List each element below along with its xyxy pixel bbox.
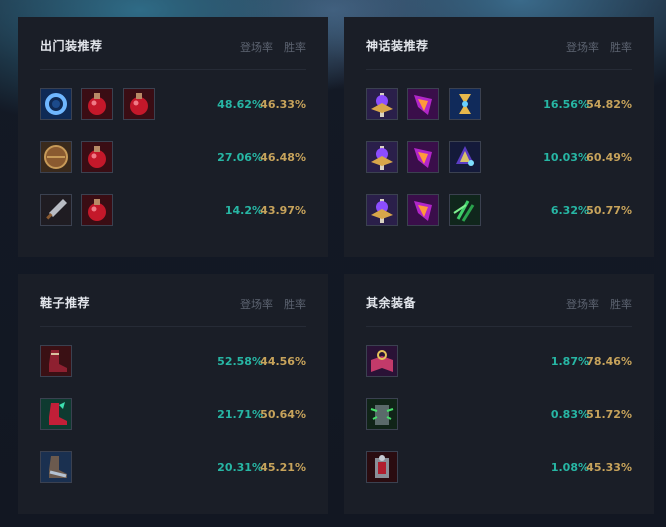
armor-item-icon[interactable] <box>366 451 398 483</box>
boots-panel: 鞋子推荐 登场率 胜率 52.58% 44.56% 21.71% 50.64% … <box>18 274 328 514</box>
ludens-tempest-icon[interactable] <box>366 194 398 226</box>
health-potion-icon[interactable] <box>81 88 113 120</box>
panel-title: 其余装备 <box>366 296 417 310</box>
dark-seal-icon[interactable] <box>407 194 439 226</box>
build-row[interactable]: 0.83% 51.72% <box>366 398 632 434</box>
spellbook-icon[interactable] <box>366 345 398 377</box>
build-row[interactable]: 6.32% 50.77% <box>366 194 632 230</box>
starting-items-panel: 出门装推荐 登场率 胜率 48.62% 46.33% 27.06% 46.48%… <box>18 17 328 257</box>
pick-rate: 1.87% <box>550 355 589 368</box>
dark-seal-icon[interactable] <box>407 141 439 173</box>
pick-rate: 20.31% <box>217 461 263 474</box>
pick-rate: 27.06% <box>217 151 263 164</box>
win-rate: 43.97% <box>260 204 306 217</box>
dark-seal-icon[interactable] <box>407 88 439 120</box>
zhonyas-hourglass-icon[interactable] <box>449 88 481 120</box>
pick-rate: 21.71% <box>217 408 263 421</box>
win-rate-header: 胜率 <box>610 41 632 54</box>
pick-rate: 48.62% <box>217 98 263 111</box>
pick-rate-header: 登场率 <box>240 298 273 311</box>
win-rate: 45.21% <box>260 461 306 474</box>
pick-rate: 14.2% <box>224 204 263 217</box>
guardians-orb-icon[interactable] <box>40 88 72 120</box>
panel-title: 神话装推荐 <box>366 39 429 53</box>
plated-steelcaps-icon[interactable] <box>40 451 72 483</box>
other-items-panel: 其余装备 登场率 胜率 1.87% 78.46% 0.83% 51.72% 1.… <box>344 274 654 514</box>
build-row[interactable]: 52.58% 44.56% <box>40 345 306 381</box>
panel-header: 神话装推荐 登场率 胜率 <box>366 17 632 70</box>
panel-title: 鞋子推荐 <box>40 296 91 310</box>
pick-rate: 1.08% <box>550 461 589 474</box>
health-potion-icon[interactable] <box>123 88 155 120</box>
build-row[interactable]: 16.56% 54.82% <box>366 88 632 124</box>
build-row[interactable]: 1.08% 45.33% <box>366 451 632 487</box>
pick-rate: 16.56% <box>543 98 589 111</box>
ludens-tempest-icon[interactable] <box>366 88 398 120</box>
win-rate: 46.33% <box>260 98 306 111</box>
win-rate: 50.77% <box>586 204 632 217</box>
health-potion-icon[interactable] <box>81 141 113 173</box>
win-rate: 60.49% <box>586 151 632 164</box>
pick-rate-header: 登场率 <box>566 298 599 311</box>
win-rate: 50.64% <box>260 408 306 421</box>
dorans-blade-icon[interactable] <box>40 194 72 226</box>
win-rate-header: 胜率 <box>284 41 306 54</box>
build-row[interactable]: 1.87% 78.46% <box>366 345 632 381</box>
win-rate: 46.48% <box>260 151 306 164</box>
ludens-tempest-icon[interactable] <box>366 141 398 173</box>
pick-rate: 6.32% <box>550 204 589 217</box>
panel-title: 出门装推荐 <box>40 39 103 53</box>
thornmail-icon[interactable] <box>366 398 398 430</box>
win-rate: 44.56% <box>260 355 306 368</box>
pick-rate-header: 登场率 <box>240 41 273 54</box>
pick-rate: 52.58% <box>217 355 263 368</box>
win-rate: 78.46% <box>586 355 632 368</box>
win-rate-header: 胜率 <box>610 298 632 311</box>
build-row[interactable]: 21.71% 50.64% <box>40 398 306 434</box>
panel-header: 其余装备 登场率 胜率 <box>366 274 632 327</box>
win-rate: 54.82% <box>586 98 632 111</box>
win-rate: 45.33% <box>586 461 632 474</box>
mythic-items-panel: 神话装推荐 登场率 胜率 16.56% 54.82% 10.03% 60.49%… <box>344 17 654 257</box>
dorans-shield-icon[interactable] <box>40 141 72 173</box>
build-row[interactable]: 10.03% 60.49% <box>366 141 632 177</box>
shadowflame-icon[interactable] <box>449 141 481 173</box>
build-row[interactable]: 48.62% 46.33% <box>40 88 306 124</box>
panel-header: 出门装推荐 登场率 胜率 <box>40 17 306 70</box>
win-rate-header: 胜率 <box>284 298 306 311</box>
void-staff-icon[interactable] <box>449 194 481 226</box>
build-row[interactable]: 27.06% 46.48% <box>40 141 306 177</box>
pick-rate: 10.03% <box>543 151 589 164</box>
build-row[interactable]: 14.2% 43.97% <box>40 194 306 230</box>
win-rate: 51.72% <box>586 408 632 421</box>
sorcerers-shoes-icon[interactable] <box>40 345 72 377</box>
mercurys-treads-icon[interactable] <box>40 398 72 430</box>
pick-rate: 0.83% <box>550 408 589 421</box>
panel-header: 鞋子推荐 登场率 胜率 <box>40 274 306 327</box>
build-row[interactable]: 20.31% 45.21% <box>40 451 306 487</box>
pick-rate-header: 登场率 <box>566 41 599 54</box>
health-potion-icon[interactable] <box>81 194 113 226</box>
